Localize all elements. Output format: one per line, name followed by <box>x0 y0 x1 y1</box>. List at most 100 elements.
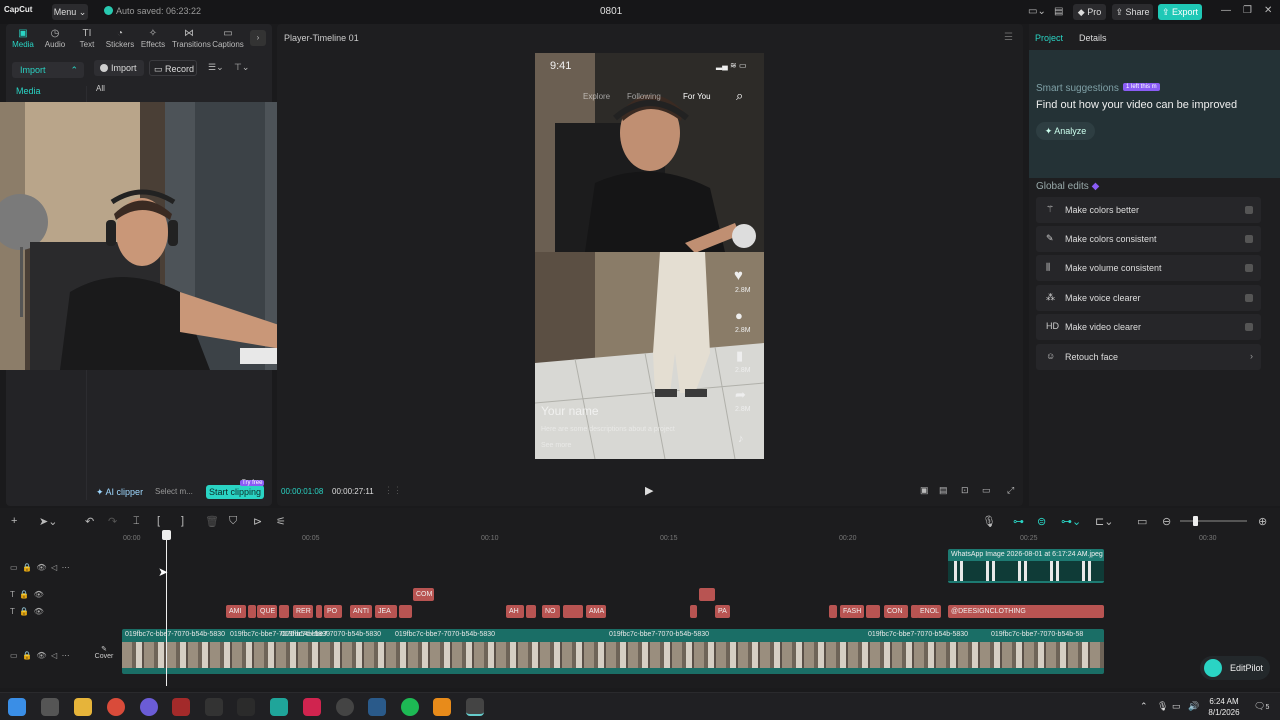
text-clip[interactable] <box>866 605 880 618</box>
steam-icon[interactable] <box>368 698 386 716</box>
undo-icon[interactable]: ↶ <box>85 515 94 528</box>
tab-transitions[interactable]: ⋈ Transitions <box>172 28 211 49</box>
redo-icon[interactable]: ↷ <box>108 515 117 528</box>
pro-button[interactable]: ◆ Pro <box>1073 4 1106 20</box>
main-video-track[interactable]: 019fbc7c-bbe7-7070-b54b-5830 019fbc7c-bb… <box>122 629 1104 674</box>
microphone-icon[interactable]: 🎙 <box>982 515 996 528</box>
restore-icon[interactable]: ❐ <box>1243 5 1252 16</box>
tiktok-icon[interactable] <box>303 698 321 716</box>
playhead[interactable] <box>166 534 167 686</box>
track-controls[interactable]: ▭ 🔒 👁 ◁ ⋯ <box>10 563 70 572</box>
spotify-icon[interactable] <box>401 698 419 716</box>
task-view-icon[interactable] <box>41 698 59 716</box>
tab-media[interactable]: ▣ Media <box>6 28 40 49</box>
record-button[interactable]: ▭ Record <box>149 60 197 76</box>
text-clip[interactable] <box>248 605 256 618</box>
text-clip[interactable]: ENOL <box>917 605 941 618</box>
player-menu-icon[interactable]: ☰ <box>1004 32 1013 43</box>
text-clip[interactable] <box>526 605 536 618</box>
filter-all[interactable]: All <box>96 84 105 93</box>
magnet-icon[interactable]: ⊶⌄ <box>1061 515 1081 528</box>
edit-make-colors-consistent[interactable]: ✎ Make colors consistent <box>1036 226 1261 252</box>
crop-icon[interactable]: ⊡ <box>961 485 969 496</box>
checkbox-icon[interactable] <box>1245 206 1253 214</box>
snap-icon[interactable]: ⊜ <box>1037 515 1046 528</box>
fullscreen-icon[interactable]: ⤢ <box>1007 485 1014 496</box>
tab-stickers[interactable]: ◔ Stickers <box>103 28 137 49</box>
select-media-dropdown[interactable]: Select m... <box>155 487 193 496</box>
analyze-button[interactable]: ✦ Analyze <box>1036 122 1095 140</box>
link-icon[interactable]: ⊶ <box>1013 515 1024 528</box>
shield-icon[interactable]: ⛉ <box>229 515 237 528</box>
capcut-icon[interactable] <box>237 698 255 716</box>
export-button[interactable]: ⇪ Export <box>1158 4 1202 20</box>
text-clip[interactable] <box>699 588 715 601</box>
filter-icon[interactable]: ⊤⌄ <box>234 62 249 73</box>
sort-icon[interactable]: ☰⌄ <box>208 62 224 73</box>
text-clip[interactable]: JEA <box>375 605 397 618</box>
zoom-slider-handle[interactable] <box>1193 516 1198 526</box>
text-clip[interactable] <box>690 605 697 618</box>
image-clip[interactable]: WhatsApp Image 2026-08-01 at 6:17:24 AM.… <box>948 549 1104 583</box>
caption-icon[interactable]: ▭ <box>1137 515 1147 528</box>
add-track-icon[interactable]: + <box>11 515 17 527</box>
cloud-icon[interactable] <box>433 698 451 716</box>
text-clip[interactable]: ANTI <box>350 605 372 618</box>
split-icon[interactable]: ⌶ <box>133 515 140 528</box>
preview-axis-icon[interactable]: ⊏⌄ <box>1095 515 1113 528</box>
text-clip[interactable]: AMI <box>226 605 246 618</box>
select-tool-icon[interactable]: ➤⌄ <box>39 515 57 528</box>
text-clip[interactable] <box>829 605 837 618</box>
tray-chevron-icon[interactable]: ⌃ <box>1140 701 1148 712</box>
timeline-view-icon[interactable]: ⋮⋮ <box>384 485 402 496</box>
text-clip[interactable] <box>316 605 322 618</box>
text-clip[interactable] <box>399 605 412 618</box>
tab-effects[interactable]: ✧ Effects <box>136 28 170 49</box>
text-clip[interactable]: RER <box>293 605 313 618</box>
auto-edit-icon[interactable]: ⚟ <box>276 515 286 528</box>
text-clip[interactable]: FASH <box>840 605 864 618</box>
track-controls[interactable]: T 🔒 👁 <box>10 590 44 599</box>
text-clip[interactable]: CON <box>884 605 908 618</box>
sidebar-item-media[interactable]: Media <box>16 86 41 96</box>
text-clip[interactable]: @DEESIGNCLOTHING <box>948 605 1104 618</box>
obs-icon[interactable] <box>336 698 354 716</box>
text-clip[interactable]: AMA <box>586 605 606 618</box>
epic-games-icon[interactable] <box>205 698 223 716</box>
enhance-icon[interactable]: ▣ <box>920 485 929 496</box>
text-clip[interactable]: PO <box>324 605 342 618</box>
checkbox-icon[interactable] <box>1245 235 1253 243</box>
delete-icon[interactable]: 🗑 <box>205 515 219 528</box>
edit-make-video-clearer[interactable]: HD Make video clearer <box>1036 314 1261 340</box>
track-controls[interactable]: ▭ 🔒 👁 ◁ ⋯ <box>10 651 70 660</box>
text-clip[interactable] <box>563 605 583 618</box>
tab-project[interactable]: Project <box>1035 33 1063 43</box>
split-right-icon[interactable]: ] <box>181 515 184 527</box>
checkbox-icon[interactable] <box>1245 294 1253 302</box>
chrome-icon[interactable] <box>107 698 125 716</box>
share-button[interactable]: ⇪ Share <box>1112 4 1153 20</box>
menu-button[interactable]: Menu ⌄ <box>52 4 88 20</box>
play-button[interactable]: ▶ <box>645 484 653 497</box>
zoom-out-icon[interactable]: ⊖ <box>1162 515 1171 528</box>
text-clip[interactable]: COM <box>413 588 434 601</box>
tray-mic-icon[interactable]: 🎙 <box>1157 701 1168 712</box>
tab-captions[interactable]: ▭ Captions <box>211 28 245 49</box>
close-icon[interactable]: ✕ <box>1264 5 1272 16</box>
split-left-icon[interactable]: [ <box>157 515 160 527</box>
layout-icon[interactable]: ▭⌄ <box>1028 6 1046 17</box>
checkbox-icon[interactable] <box>1245 264 1253 272</box>
track-controls[interactable]: T 🔒 👁 <box>10 607 44 616</box>
edit-retouch-face[interactable]: ☺ Retouch face › <box>1036 344 1261 370</box>
editpilot-button[interactable]: EditPilot <box>1200 656 1270 680</box>
video-preview[interactable]: 9:41 ▂▄ ≋ ▭ Explore Following For You ⌕ … <box>535 53 764 459</box>
text-clip[interactable]: QUE <box>257 605 277 618</box>
ai-clipper-label[interactable]: ✦ AI clipper <box>96 487 143 498</box>
volume-tray-icon[interactable]: 🔊 <box>1188 701 1199 712</box>
app-icon[interactable] <box>270 698 288 716</box>
tab-details[interactable]: Details <box>1079 33 1107 43</box>
tab-audio[interactable]: ◷ Audio <box>38 28 72 49</box>
sidebar-item-import[interactable]: Import ⌃ <box>12 62 84 78</box>
text-clip[interactable]: PA <box>715 605 730 618</box>
text-clip[interactable] <box>279 605 289 618</box>
